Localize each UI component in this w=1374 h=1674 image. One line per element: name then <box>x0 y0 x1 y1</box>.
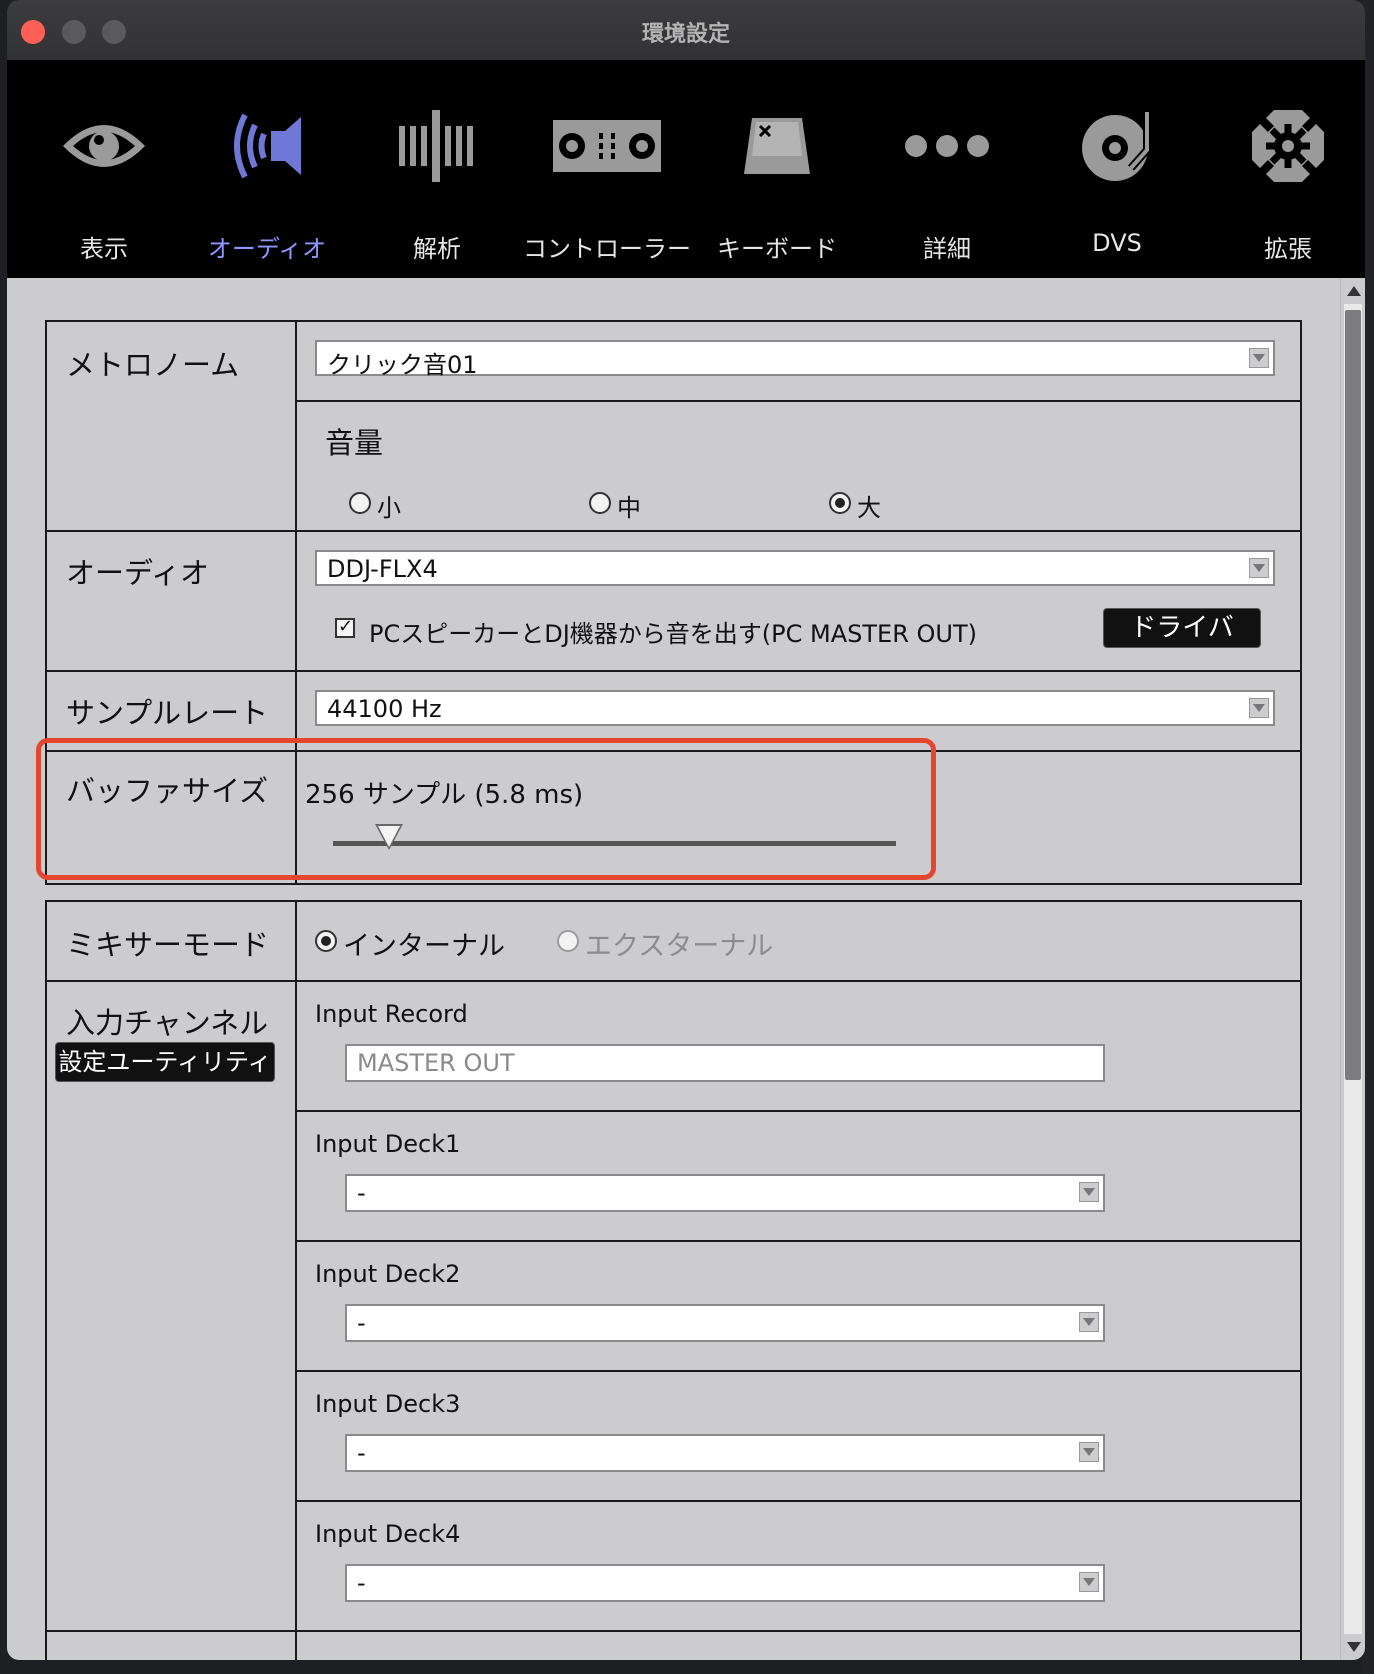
chevron-down-icon <box>1079 1442 1099 1462</box>
mixer-mode-internal-radio[interactable] <box>315 930 337 952</box>
input-deck1-value: - <box>357 1179 366 1207</box>
tab-extensions[interactable]: 拡張 <box>1203 96 1365 266</box>
input-deck2-value: - <box>357 1309 366 1337</box>
scroll-up-icon[interactable] <box>1345 282 1361 300</box>
input-deck3-value: - <box>357 1439 366 1467</box>
input-deck1-label: Input Deck1 <box>315 1130 461 1158</box>
more-dots-icon <box>862 96 1032 196</box>
turntable-icon <box>1032 96 1202 196</box>
scroll-down-icon[interactable] <box>1345 1638 1361 1656</box>
mixer-mode-label: ミキサーモード <box>66 928 270 962</box>
preferences-window: 環境設定 表示 オーディオ 解析 コントローラー キーボード 詳細 DVS 拡張… <box>7 0 1365 1660</box>
setting-utility-button[interactable]: 設定ユーティリティ <box>55 1042 275 1082</box>
row-divider <box>47 980 1300 982</box>
chevron-down-icon <box>1249 348 1269 368</box>
tab-advanced[interactable]: 詳細 <box>862 96 1032 266</box>
title-bar: 環境設定 <box>7 0 1365 61</box>
keyboard-key-icon <box>692 96 862 196</box>
chevron-down-icon <box>1249 698 1269 718</box>
tab-keyboard-label: キーボード <box>717 235 837 263</box>
chevron-down-icon <box>1079 1572 1099 1592</box>
window-title: 環境設定 <box>641 22 730 47</box>
volume-large-label: 大 <box>857 494 881 522</box>
row-divider <box>295 1240 1300 1242</box>
metronome-sound-value: クリック音01 <box>327 351 478 379</box>
settings-content: メトロノーム クリック音01 音量 小 中 大 オーディオ DDJ-FLX4 P… <box>7 278 1340 1660</box>
input-deck3-label: Input Deck3 <box>315 1390 461 1418</box>
input-channels-label: 入力チャンネル <box>66 1006 269 1040</box>
buffer-size-highlight <box>36 738 936 880</box>
tab-display-label: 表示 <box>80 235 128 263</box>
input-deck3-select[interactable]: - <box>345 1434 1105 1472</box>
volume-small-label: 小 <box>377 494 401 522</box>
tab-dvs-label: DVS <box>1092 229 1142 257</box>
volume-small-radio[interactable] <box>349 492 371 514</box>
tab-display[interactable]: 表示 <box>19 96 189 266</box>
input-record-value: MASTER OUT <box>357 1049 515 1077</box>
input-deck2-label: Input Deck2 <box>315 1260 461 1288</box>
gear-expand-icon <box>1203 96 1365 196</box>
pc-master-out-label: PCスピーカーとDJ機器から音を出す(PC MASTER OUT) <box>369 620 977 648</box>
mixer-mode-external-radio[interactable] <box>557 930 579 952</box>
mixer-mode-external-label: エクスターナル <box>585 931 774 962</box>
volume-medium-label: 中 <box>617 494 641 522</box>
tab-analysis-label: 解析 <box>413 235 461 263</box>
input-record-field[interactable]: MASTER OUT <box>345 1044 1105 1082</box>
driver-button[interactable]: ドライバ <box>1103 608 1261 648</box>
metronome-sound-select[interactable]: クリック音01 <box>315 340 1275 379</box>
tab-controller[interactable]: コントローラー <box>522 96 692 266</box>
waveform-icon <box>352 96 522 196</box>
tab-analysis[interactable]: 解析 <box>352 96 522 266</box>
speaker-icon <box>182 96 352 196</box>
controller-icon <box>522 96 692 196</box>
tab-dvs[interactable]: DVS <box>1032 96 1202 266</box>
input-deck2-select[interactable]: - <box>345 1304 1105 1342</box>
input-record-label: Input Record <box>315 1000 468 1028</box>
tab-extensions-label: 拡張 <box>1264 235 1312 263</box>
input-deck4-value: - <box>357 1569 366 1597</box>
row-divider <box>295 1500 1300 1502</box>
tab-audio[interactable]: オーディオ <box>182 96 352 266</box>
metronome-label: メトロノーム <box>66 348 240 382</box>
mixer-mode-internal-label: インターナル <box>343 931 505 962</box>
volume-large-radio[interactable] <box>829 492 851 514</box>
volume-medium-radio[interactable] <box>589 492 611 514</box>
input-deck4-label: Input Deck4 <box>315 1520 461 1548</box>
row-divider <box>295 1370 1300 1372</box>
metronome-volume-label: 音量 <box>325 426 384 460</box>
tab-audio-label: オーディオ <box>207 235 327 263</box>
tab-advanced-label: 詳細 <box>923 235 971 263</box>
scrollbar-thumb[interactable] <box>1345 310 1361 1080</box>
tab-keyboard[interactable]: キーボード <box>692 96 862 266</box>
input-deck1-select[interactable]: - <box>345 1174 1105 1212</box>
input-settings-group: ミキサーモード インターナル エクスターナル 入力チャンネル 設定ユーティリティ… <box>45 900 1302 1660</box>
audio-device-select[interactable]: DDJ-FLX4 <box>315 550 1275 586</box>
chevron-down-icon <box>1079 1182 1099 1202</box>
vertical-scrollbar[interactable] <box>1340 278 1365 1660</box>
tab-controller-label: コントローラー <box>523 235 691 263</box>
sample-rate-select[interactable]: 44100 Hz <box>315 690 1275 726</box>
sample-rate-label: サンプルレート <box>66 696 269 730</box>
sample-rate-value: 44100 Hz <box>327 695 442 723</box>
row-divider <box>47 1630 1300 1632</box>
row-divider <box>295 1110 1300 1112</box>
pc-master-out-checkbox[interactable] <box>335 616 355 638</box>
chevron-down-icon <box>1249 558 1269 578</box>
audio-device-value: DDJ-FLX4 <box>327 555 438 583</box>
input-deck4-select[interactable]: - <box>345 1564 1105 1602</box>
audio-device-label: オーディオ <box>66 556 209 590</box>
row-divider <box>295 400 1300 402</box>
eye-icon <box>19 96 189 196</box>
column-divider <box>295 902 297 1660</box>
chevron-down-icon <box>1079 1312 1099 1332</box>
preferences-toolbar: 表示 オーディオ 解析 コントローラー キーボード 詳細 DVS 拡張 <box>7 60 1365 278</box>
row-divider <box>47 530 1300 532</box>
row-divider <box>47 670 1300 672</box>
